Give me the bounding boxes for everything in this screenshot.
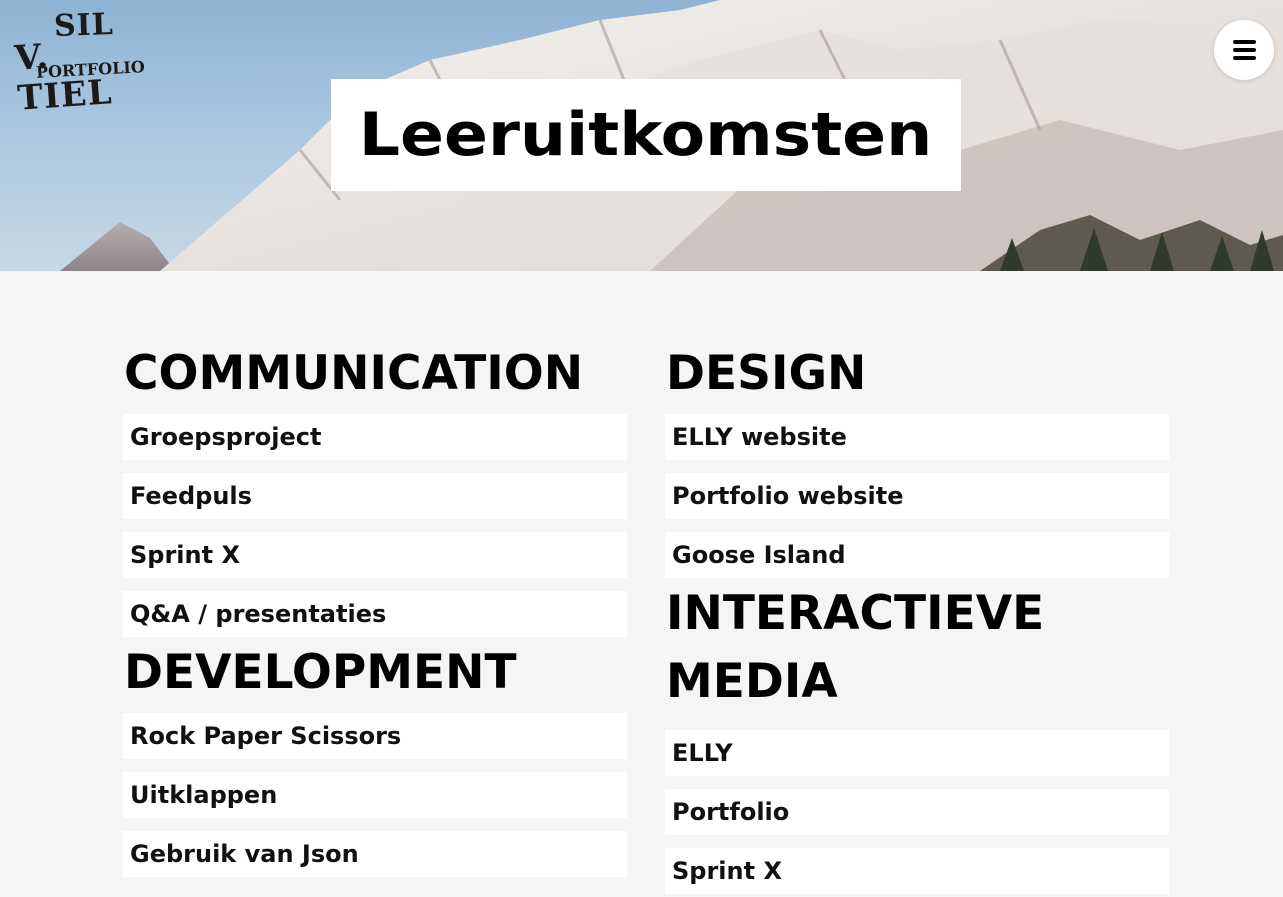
list-item-qa-presentaties[interactable]: Q&A / presentaties (123, 591, 627, 637)
heading-line-2: MEDIA (666, 654, 838, 709)
hero-banner: SIL V. TIEL PORTFOLIO Leeruitkomsten (0, 0, 1283, 271)
section-heading-communication: COMMUNICATION (124, 346, 584, 401)
list-item-portfolio[interactable]: Portfolio (665, 789, 1169, 835)
list-item-feedpuls[interactable]: Feedpuls (123, 473, 627, 519)
list-item-portfolio-website[interactable]: Portfolio website (665, 473, 1169, 519)
section-heading-design: DESIGN (666, 346, 867, 401)
list-item-rock-paper-scissors[interactable]: Rock Paper Scissors (123, 713, 627, 759)
site-logo[interactable]: SIL V. TIEL PORTFOLIO (13, 7, 156, 119)
hamburger-icon (1233, 40, 1256, 44)
list-item-gebruik-van-json[interactable]: Gebruik van Json (123, 831, 627, 877)
right-column: DESIGN ELLY website Portfolio website Go… (665, 340, 1169, 894)
list-item-elly[interactable]: ELLY (665, 730, 1169, 776)
list-item-elly-website[interactable]: ELLY website (665, 414, 1169, 460)
page-title-box: Leeruitkomsten (331, 79, 961, 191)
section-heading-development: DEVELOPMENT (124, 645, 517, 700)
list-item-groepsproject[interactable]: Groepsproject (123, 414, 627, 460)
list-item-sprint-x-media[interactable]: Sprint X (665, 848, 1169, 894)
hamburger-icon-bar (1233, 48, 1256, 52)
left-column: COMMUNICATION Groepsproject Feedpuls Spr… (123, 340, 627, 877)
design-list: ELLY website Portfolio website Goose Isl… (665, 414, 1169, 578)
interactieve-media-list: ELLY Portfolio Sprint X (665, 730, 1169, 894)
page-title: Leeruitkomsten (359, 100, 933, 170)
list-item-uitklappen[interactable]: Uitklappen (123, 772, 627, 818)
list-item-goose-island[interactable]: Goose Island (665, 532, 1169, 578)
hamburger-icon-bar (1233, 56, 1256, 60)
menu-button[interactable] (1214, 20, 1274, 80)
development-list: Rock Paper Scissors Uitklappen Gebruik v… (123, 713, 627, 877)
section-heading-interactieve-media: INTERACTIEVE MEDIA (665, 580, 1169, 716)
communication-list: Groepsproject Feedpuls Sprint X Q&A / pr… (123, 414, 627, 637)
list-item-sprint-x[interactable]: Sprint X (123, 532, 627, 578)
heading-line-1: INTERACTIEVE (666, 586, 1045, 641)
